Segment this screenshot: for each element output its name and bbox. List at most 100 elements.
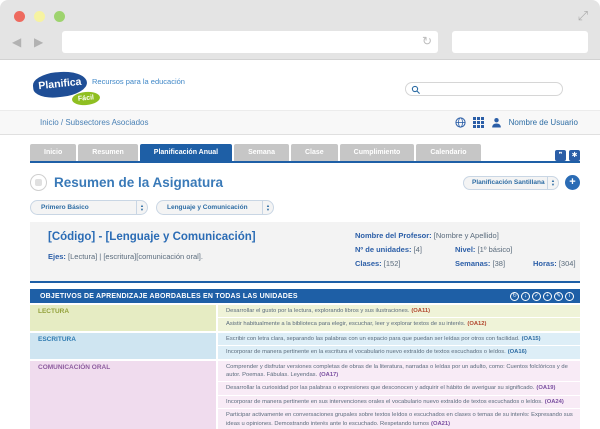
- tab-semana[interactable]: Semana: [234, 144, 289, 161]
- objetivo-row: Escribir con letra clara, separando las …: [218, 333, 580, 345]
- comment-icon[interactable]: ❞: [555, 150, 566, 161]
- weeks-value: [38]: [490, 259, 505, 268]
- filters-row: Primero Básico ▲▼ Lenguaje y Comunicació…: [30, 200, 580, 215]
- grade-select-value: Primero Básico: [41, 204, 89, 211]
- objetivo-code: (OA21): [431, 421, 450, 427]
- fullscreen-icon[interactable]: ⤢: [578, 8, 588, 24]
- refresh-icon[interactable]: ↻: [510, 292, 519, 301]
- subject-info-right: Nombre del Profesor: [Nombre y Apellido]…: [355, 231, 576, 273]
- subject-icon: [30, 174, 47, 191]
- subject-select-value: Lenguaje y Comunicación: [167, 204, 248, 211]
- stepper-icon: ▲▼: [136, 201, 147, 214]
- objetivo-text: Incorporar de manera pertinente en sus i…: [226, 399, 543, 405]
- objetivo-text: Comprender y disfrutar versiones complet…: [226, 364, 568, 378]
- breadcrumb[interactable]: Inicio / Subsectores Asociados: [40, 118, 149, 127]
- grade-select[interactable]: Primero Básico ▲▼: [30, 200, 148, 215]
- subject-info-panel: [Código] - [Lenguaje y Comunicación] Eje…: [30, 222, 580, 283]
- section-label: ESCRITURA: [30, 333, 216, 359]
- objetivo-text: Desarrollar el gusto por la lectura, exp…: [226, 308, 409, 314]
- zoom-window-button[interactable]: [54, 11, 65, 22]
- objetivos-section-comunicacion-oral: COMUNICACIÓN ORAL Comprender y disfrutar…: [30, 361, 580, 429]
- tab-strip: Inicio Resumen Planificación Anual Seman…: [0, 144, 600, 163]
- level-label: Nivel:: [455, 245, 475, 254]
- globe-icon[interactable]: [455, 117, 466, 128]
- ejes-line: Ejes: [Lectura] | [escritura][comunicaci…: [48, 252, 355, 261]
- tab-calendario[interactable]: Calendario: [416, 144, 480, 161]
- objetivo-text: Incorporar de manera pertinente en la es…: [226, 349, 506, 355]
- subject-info-left: [Código] - [Lenguaje y Comunicación] Eje…: [48, 231, 355, 273]
- professor-value: [Nombre y Apellido]: [432, 231, 499, 240]
- add-plan-button[interactable]: +: [565, 175, 580, 190]
- objetivos-toolbar: ↻ ↓ ✓ + ✎ i: [510, 292, 574, 301]
- tab-actions: ❞ ✱: [555, 150, 580, 161]
- plan-select-value: Planificación Santillana: [472, 179, 545, 186]
- minimize-window-button[interactable]: [34, 11, 45, 22]
- apps-grid-icon[interactable]: [473, 117, 484, 128]
- subject-select[interactable]: Lenguaje y Comunicación ▲▼: [156, 200, 274, 215]
- objetivo-row: Asistir habitualmente a la biblioteca pa…: [218, 318, 580, 330]
- title-row: Resumen de la Asignatura Planificación S…: [30, 174, 580, 191]
- level-value: [1º básico]: [475, 245, 512, 254]
- reload-icon[interactable]: ↻: [422, 34, 432, 48]
- utility-bar: Inicio / Subsectores Asociados Nombre de…: [0, 110, 600, 135]
- tab-planificacion-anual[interactable]: Planificación Anual: [140, 144, 232, 161]
- site-search-input[interactable]: [424, 83, 556, 95]
- browser-search-input[interactable]: [452, 31, 588, 53]
- objetivos-title: OBJETIVOS DE APRENDIZAJE ABORDABLES EN T…: [40, 293, 298, 300]
- objetivo-text: Desarrollar la curiosidad por las palabr…: [226, 385, 534, 391]
- site-header: Planifica Fácil Recursos para la educaci…: [0, 60, 600, 110]
- objetivo-row: Comprender y disfrutar versiones complet…: [218, 361, 580, 382]
- logo-tagline: Recursos para la educación: [92, 77, 185, 86]
- check-icon[interactable]: ✓: [532, 292, 541, 301]
- url-input[interactable]: [68, 31, 408, 53]
- classes-value: [152]: [382, 259, 401, 268]
- close-window-button[interactable]: [14, 11, 25, 22]
- objetivo-code: (OA16): [508, 349, 527, 355]
- ejes-label: Ejes:: [48, 252, 66, 261]
- objetivo-text: Participar activamente en conversaciones…: [226, 412, 573, 426]
- user-area: Nombre de Usuario: [455, 117, 578, 128]
- user-icon[interactable]: [491, 117, 502, 128]
- objetivo-row: Incorporar de manera pertinente en sus i…: [218, 396, 580, 408]
- objetivos-section-lectura: LECTURA Desarrollar el gusto por la lect…: [30, 305, 580, 331]
- user-name[interactable]: Nombre de Usuario: [509, 118, 578, 127]
- hours-value: [304]: [557, 259, 576, 268]
- tab-clase[interactable]: Clase: [291, 144, 338, 161]
- professor-label: Nombre del Profesor:: [355, 231, 432, 240]
- tab-cumplimiento[interactable]: Cumplimiento: [340, 144, 415, 161]
- info-icon[interactable]: i: [565, 292, 574, 301]
- section-label: LECTURA: [30, 305, 216, 331]
- url-bar[interactable]: ↻: [62, 31, 438, 53]
- objetivo-code: (OA17): [319, 372, 338, 378]
- subject-code-title: [Código] - [Lenguaje y Comunicación]: [48, 231, 355, 243]
- forward-button[interactable]: ▶: [34, 33, 43, 51]
- classes-label: Clases:: [355, 259, 382, 268]
- objetivo-code: (OA24): [545, 399, 564, 405]
- download-icon[interactable]: ↓: [521, 292, 530, 301]
- units-value: [4]: [412, 245, 422, 254]
- objetivos-section-escritura: ESCRITURA Escribir con letra clara, sepa…: [30, 333, 580, 359]
- back-button[interactable]: ◀: [12, 33, 21, 51]
- gear-icon[interactable]: ✱: [569, 150, 580, 161]
- objetivo-row: Desarrollar el gusto por la lectura, exp…: [218, 305, 580, 317]
- tab-inicio[interactable]: Inicio: [30, 144, 76, 161]
- page-title: Resumen de la Asignatura: [54, 175, 223, 190]
- ejes-value: [Lectura] | [escritura][comunicación ora…: [66, 252, 203, 261]
- tab-resumen[interactable]: Resumen: [78, 144, 138, 161]
- main-content: Resumen de la Asignatura Planificación S…: [0, 163, 600, 429]
- objetivo-code: (OA19): [536, 385, 555, 391]
- objetivo-code: (OA15): [522, 336, 541, 342]
- objetivo-code: (OA12): [467, 321, 486, 327]
- weeks-label: Semanas:: [455, 259, 490, 268]
- edit-icon[interactable]: ✎: [554, 292, 563, 301]
- objetivo-text: Escribir con letra clara, separando las …: [226, 336, 520, 342]
- objetivo-row: Desarrollar la curiosidad por las palabr…: [218, 382, 580, 394]
- browser-search-field[interactable]: [452, 31, 588, 53]
- plan-select[interactable]: Planificación Santillana ▲▼: [463, 176, 559, 190]
- section-label: COMUNICACIÓN ORAL: [30, 361, 216, 429]
- objetivo-row: Participar activamente en conversaciones…: [218, 409, 580, 429]
- add-icon[interactable]: +: [543, 292, 552, 301]
- site-search[interactable]: [405, 82, 563, 96]
- browser-chrome: ⤢ ◀ ▶ ↻: [0, 0, 600, 60]
- units-label: Nº de unidades:: [355, 245, 412, 254]
